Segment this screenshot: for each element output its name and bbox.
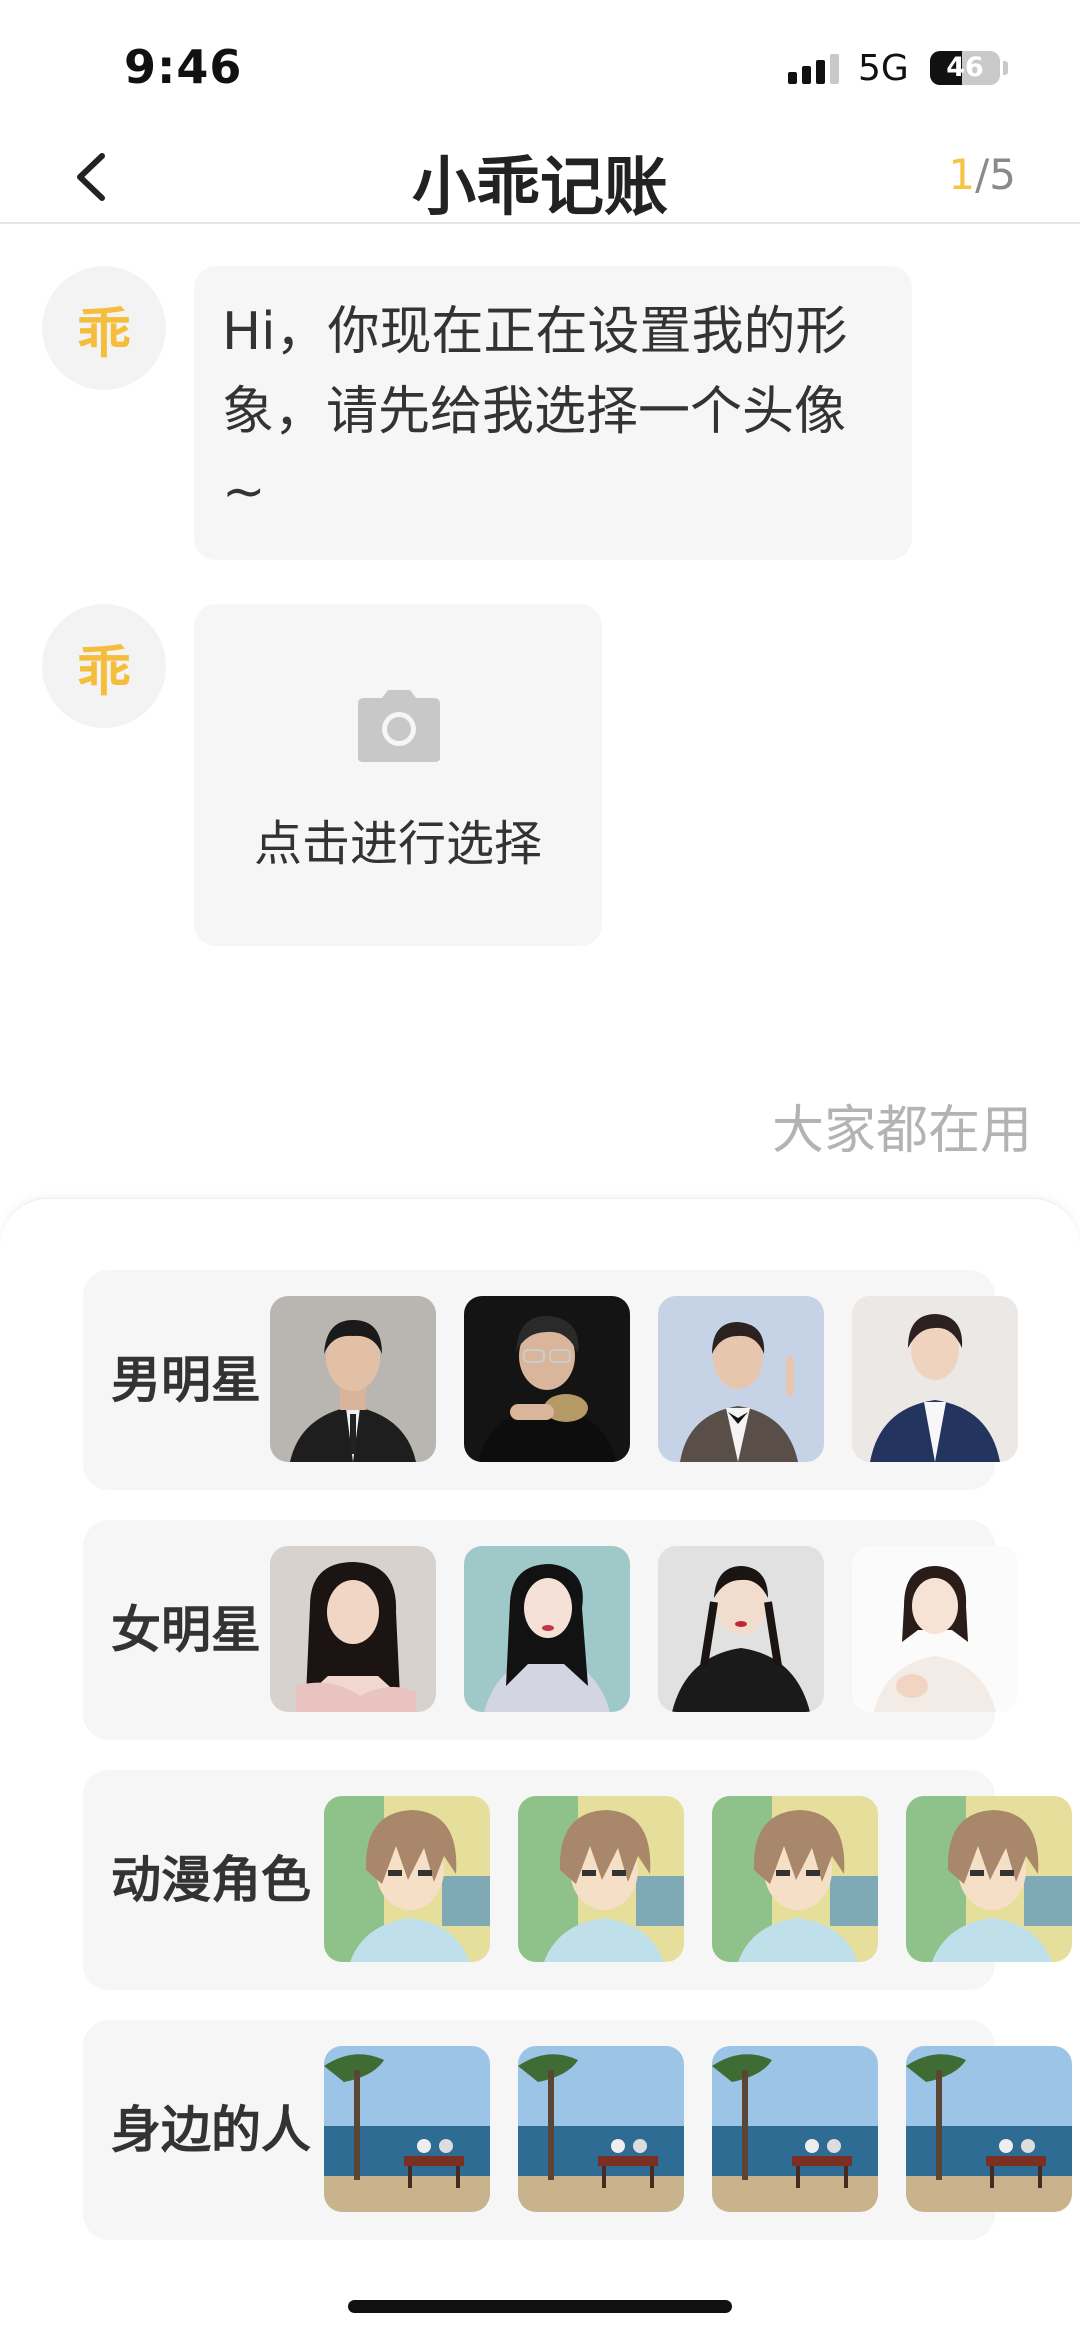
- page-title: 小乖记账: [412, 151, 668, 225]
- signal-icon: [788, 54, 839, 84]
- people-nearby-thumb[interactable]: [324, 2046, 490, 2212]
- male-star-thumb[interactable]: [658, 1296, 824, 1462]
- category-row-people-nearby[interactable]: 身边的人: [83, 2020, 1072, 2240]
- female-star-thumb[interactable]: [852, 1546, 1018, 1712]
- female-star-thumb[interactable]: [658, 1546, 824, 1712]
- step-total: 5: [989, 150, 1016, 199]
- status-bar: 9:46 5G 46: [0, 0, 1080, 130]
- category-label: 动漫角色: [111, 1851, 311, 1909]
- female-star-thumb[interactable]: [464, 1546, 630, 1712]
- anime-character-thumb[interactable]: [906, 1796, 1072, 1962]
- picker-label: 点击进行选择: [253, 816, 542, 872]
- greeting-text: Hi，你现在正在设置我的形象，请先给我选择一个头像~: [222, 302, 848, 522]
- anime-character-thumb[interactable]: [712, 1796, 878, 1962]
- people-nearby-thumb[interactable]: [712, 2046, 878, 2212]
- male-star-thumb[interactable]: [852, 1296, 1018, 1462]
- step-indicator: 1/5: [948, 150, 1016, 199]
- step-current: 1: [948, 150, 976, 199]
- camera-icon: [358, 690, 440, 762]
- category-label: 身边的人: [111, 2101, 311, 2159]
- male-star-thumb[interactable]: [270, 1296, 436, 1462]
- people-nearby-thumb[interactable]: [518, 2046, 684, 2212]
- category-row-anime[interactable]: 动漫角色: [83, 1770, 1072, 1990]
- female-star-thumb[interactable]: [270, 1546, 436, 1712]
- nav-bar: 小乖记账 1/5: [0, 130, 1080, 225]
- category-label: 女明星: [111, 1601, 261, 1659]
- battery-level: 46: [946, 52, 984, 83]
- battery-tip: [1003, 61, 1008, 75]
- people-nearby-thumb[interactable]: [906, 2046, 1072, 2212]
- anime-character-thumb[interactable]: [324, 1796, 490, 1962]
- assistant-avatar: 乖: [42, 266, 166, 390]
- battery-icon: 46: [930, 51, 1000, 85]
- greeting-bubble: Hi，你现在正在设置我的形象，请先给我选择一个头像~: [194, 266, 912, 560]
- category-row-female-stars[interactable]: 女明星: [83, 1520, 1018, 1740]
- anime-character-thumb[interactable]: [518, 1796, 684, 1962]
- step-separator: /: [975, 150, 990, 199]
- network-type: 5G: [858, 48, 909, 89]
- category-label: 男明星: [111, 1351, 261, 1409]
- popular-label: 大家都在用: [771, 1101, 1032, 1161]
- category-row-male-stars[interactable]: 男明星: [83, 1270, 1018, 1490]
- home-indicator[interactable]: [348, 2300, 732, 2313]
- assistant-avatar: 乖: [42, 604, 166, 728]
- male-star-thumb[interactable]: [464, 1296, 630, 1462]
- status-time: 9:46: [124, 40, 243, 94]
- avatar-picker-button[interactable]: 点击进行选择: [194, 604, 602, 946]
